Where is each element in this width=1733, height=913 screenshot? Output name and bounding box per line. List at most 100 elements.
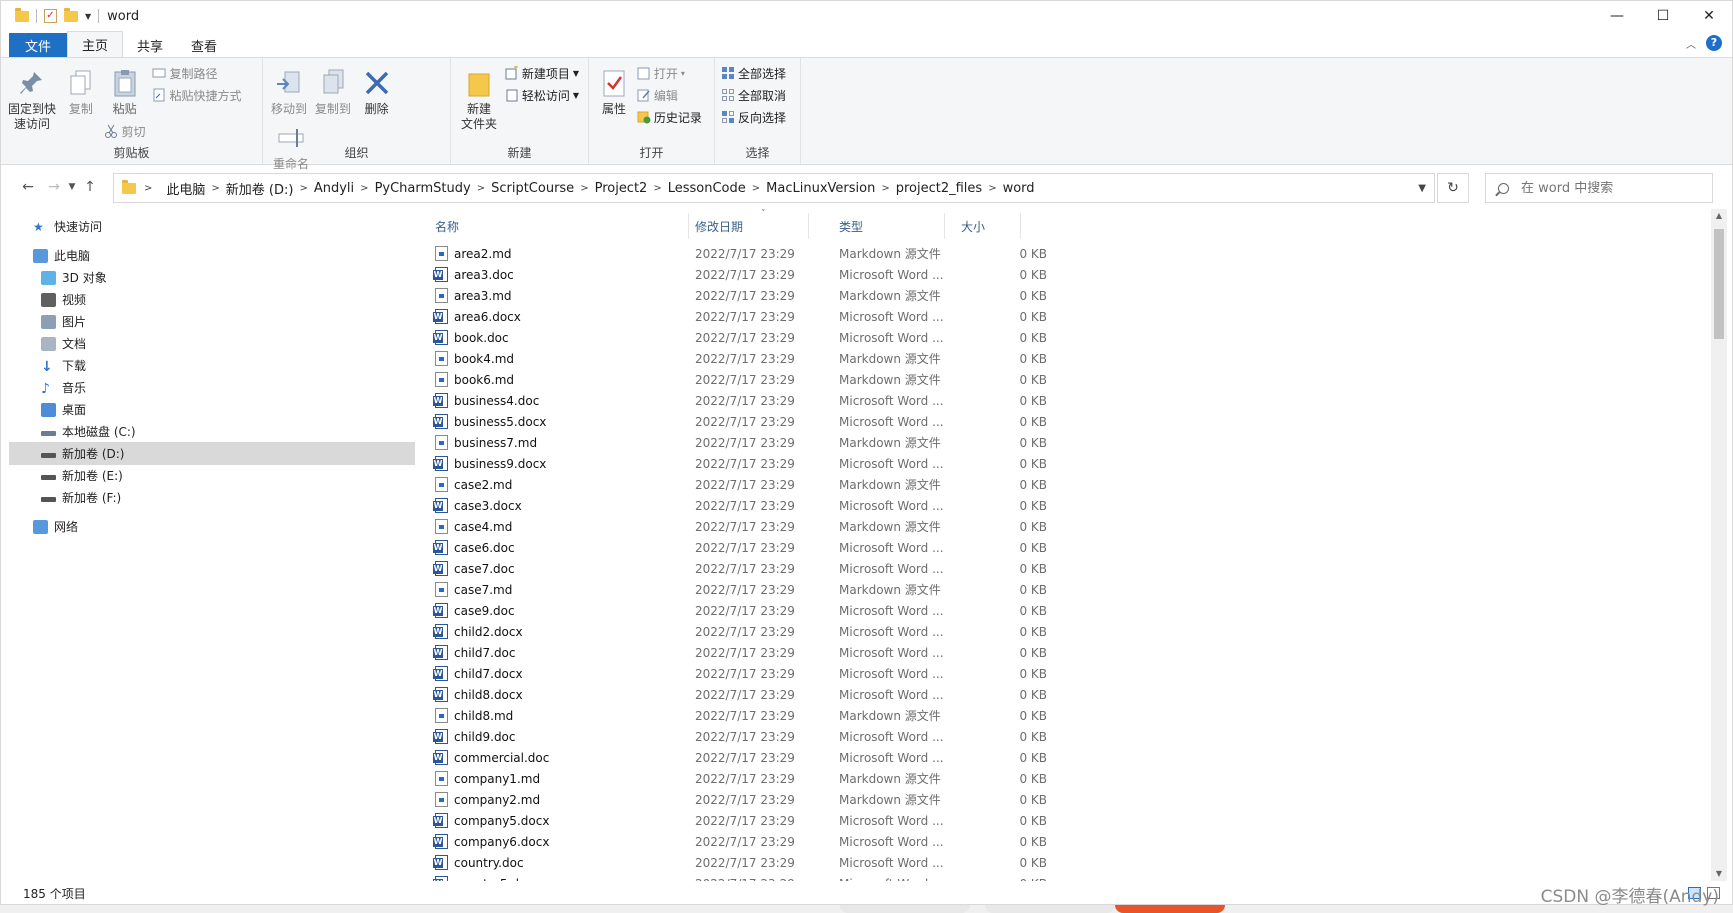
file-name-cell[interactable]: country.doc — [433, 855, 524, 870]
file-name-cell[interactable]: child8.docx — [433, 687, 523, 702]
file-row[interactable]: country5.doc2022/7/17 23:29Microsoft Wor… — [419, 873, 1047, 881]
nav-item[interactable]: 新加卷 (F:) — [1, 486, 415, 509]
nav-item[interactable]: ♪ 音乐 — [1, 376, 415, 399]
file-row[interactable]: business7.md 2022/7/17 23:29 Markdown 源文件 0… — [419, 432, 1047, 453]
chevron-right-icon[interactable]: > — [988, 183, 996, 194]
up-arrow-icon[interactable]: ↑ — [79, 179, 101, 195]
file-name-cell[interactable]: book4.md — [435, 351, 514, 366]
file-name-cell[interactable]: child8.md — [435, 708, 513, 723]
file-row[interactable]: case3.docx 2022/7/17 23:29 Microsoft Word … — [419, 495, 1047, 516]
close-button[interactable]: ✕ — [1686, 1, 1732, 31]
file-row[interactable]: area3.doc 2022/7/17 23:29 Microsoft Word .… — [419, 264, 1047, 285]
file-name-cell[interactable]: child9.doc — [433, 729, 516, 744]
chevron-right-icon[interactable]: > — [211, 183, 219, 194]
file-row[interactable]: case4.md 2022/7/17 23:29 Markdown 源文件 0 KB — [419, 516, 1047, 537]
qat-dropdown-icon[interactable]: ▼ — [85, 12, 91, 21]
file-row[interactable]: case6.doc 2022/7/17 23:29 Microsoft Word .… — [419, 537, 1047, 558]
chevron-right-icon[interactable]: > — [144, 183, 152, 194]
history-button[interactable]: 历史记录 — [637, 108, 702, 126]
file-name-cell[interactable]: company5.docx — [433, 813, 549, 828]
nav-item[interactable]: ★ 快速访问 — [1, 215, 415, 238]
address-bar[interactable]: > 此电脑 > 新加卷 (D:) > Andyli > PyCharmStudy > Scrip… — [113, 173, 1435, 203]
move-to-button[interactable]: 移动到 — [269, 68, 309, 117]
file-row[interactable]: child2.docx 2022/7/17 23:29 Microsoft Word… — [419, 621, 1047, 642]
column-header-date[interactable]: 修改日期 — [679, 213, 809, 239]
file-row[interactable]: child8.docx 2022/7/17 23:29 Microsoft Word… — [419, 684, 1047, 705]
refresh-button[interactable]: ↻ — [1437, 173, 1469, 203]
file-row[interactable]: business9.docx 2022/7/17 23:29 Microsoft W… — [419, 453, 1047, 474]
file-row[interactable]: case7.doc 2022/7/17 23:29 Microsoft Word .… — [419, 558, 1047, 579]
forward-arrow-icon[interactable]: → — [43, 179, 65, 195]
taskbar-item[interactable] — [1115, 905, 1225, 913]
file-row[interactable]: company5.docx 2022/7/17 23:29 Microsoft Wo… — [419, 810, 1047, 831]
properties-button[interactable]: 属性 — [595, 68, 633, 117]
breadcrumb-item[interactable]: ScriptCourse — [485, 181, 580, 196]
search-input[interactable] — [1521, 180, 1701, 196]
file-name-cell[interactable]: case3.docx — [433, 498, 522, 513]
file-name-cell[interactable]: child7.docx — [433, 666, 523, 681]
back-arrow-icon[interactable]: ← — [17, 179, 39, 195]
file-row[interactable]: case9.doc 2022/7/17 23:29 Microsoft Word .… — [419, 600, 1047, 621]
file-name-cell[interactable]: case2.md — [435, 477, 512, 492]
nav-item[interactable]: 3D 对象 — [1, 266, 415, 289]
tab-home[interactable]: 主页 — [67, 31, 124, 57]
chevron-right-icon[interactable]: > — [360, 183, 368, 194]
file-name-cell[interactable]: business4.doc — [433, 393, 539, 408]
scroll-up-icon[interactable]: ▲ — [1711, 209, 1727, 223]
scrollbar-thumb[interactable] — [1714, 229, 1724, 339]
breadcrumb-item[interactable]: word — [997, 181, 1041, 196]
search-box[interactable] — [1485, 173, 1713, 203]
nav-item[interactable]: 图片 — [1, 310, 415, 333]
tab-share[interactable]: 共享 — [123, 33, 177, 57]
nav-item[interactable]: 本地磁盘 (C:) — [1, 420, 415, 443]
collapse-ribbon-icon[interactable]: ︿ — [1686, 36, 1696, 51]
file-name-cell[interactable]: company1.md — [435, 771, 540, 786]
new-folder-button[interactable]: 新建 文件夹 — [457, 68, 501, 132]
file-name-cell[interactable]: area2.md — [435, 246, 512, 261]
file-name-cell[interactable]: area3.doc — [433, 267, 514, 282]
column-header-type[interactable]: 类型 — [823, 213, 945, 239]
breadcrumb-item[interactable]: Project2 — [589, 181, 654, 196]
chevron-right-icon[interactable]: > — [299, 183, 307, 194]
file-row[interactable]: child7.doc 2022/7/17 23:29 Microsoft Word … — [419, 642, 1047, 663]
file-row[interactable]: child7.docx 2022/7/17 23:29 Microsoft Word… — [419, 663, 1047, 684]
nav-item[interactable]: 视频 — [1, 288, 415, 311]
nav-item[interactable]: 新加卷 (D:) — [9, 442, 415, 465]
file-name-cell[interactable]: book.doc — [433, 330, 509, 345]
maximize-button[interactable]: ☐ — [1640, 1, 1686, 31]
cut-button[interactable]: 剪切 — [104, 122, 241, 140]
file-name-cell[interactable]: company6.docx — [433, 834, 549, 849]
file-name-cell[interactable]: case7.md — [435, 582, 512, 597]
select-all-button[interactable]: 全部选择 — [721, 64, 786, 82]
chevron-right-icon[interactable]: > — [752, 183, 760, 194]
file-name-cell[interactable]: child2.docx — [433, 624, 523, 639]
file-name-cell[interactable]: area3.md — [435, 288, 512, 303]
nav-item[interactable]: 文档 — [1, 332, 415, 355]
address-dropdown-icon[interactable]: ▼ — [1418, 183, 1426, 194]
chevron-right-icon[interactable]: > — [653, 183, 661, 194]
file-row[interactable]: company1.md 2022/7/17 23:29 Markdown 源文件 0 … — [419, 768, 1047, 789]
file-row[interactable]: company6.docx 2022/7/17 23:29 Microsoft Wo… — [419, 831, 1047, 852]
file-row[interactable]: book6.md 2022/7/17 23:29 Markdown 源文件 0 KB — [419, 369, 1047, 390]
nav-item[interactable]: 网络 — [1, 515, 415, 538]
nav-item[interactable]: ↓ 下载 — [1, 354, 415, 377]
file-name-cell[interactable]: case4.md — [435, 519, 512, 534]
file-name-cell[interactable]: case9.doc — [433, 603, 515, 618]
column-header-size[interactable]: 大小 — [945, 213, 1021, 239]
open-button[interactable]: 打开 ▾ — [637, 64, 702, 82]
file-name-cell[interactable]: commercial.doc — [433, 750, 549, 765]
file-row[interactable]: book.doc 2022/7/17 23:29 Microsoft Word ..… — [419, 327, 1047, 348]
file-row[interactable]: child8.md 2022/7/17 23:29 Markdown 源文件 0 KB — [419, 705, 1047, 726]
breadcrumb-item[interactable]: project2_files — [890, 181, 988, 196]
file-name-cell[interactable]: case7.doc — [433, 561, 515, 576]
file-row[interactable]: area3.md 2022/7/17 23:29 Markdown 源文件 0 KB — [419, 285, 1047, 306]
file-row[interactable]: company2.md 2022/7/17 23:29 Markdown 源文件 0 … — [419, 789, 1047, 810]
breadcrumb-item[interactable]: 此电脑 — [160, 179, 211, 198]
easy-access-button[interactable]: 轻松访问 ▼ — [505, 86, 579, 104]
copy-to-button[interactable]: 复制到 — [313, 68, 353, 117]
new-folder-qat-icon[interactable] — [64, 7, 78, 22]
file-name-cell[interactable]: business5.docx — [433, 414, 546, 429]
file-name-cell[interactable]: case6.doc — [433, 540, 515, 555]
minimize-button[interactable]: — — [1594, 1, 1640, 31]
delete-button[interactable]: 删除 — [357, 68, 397, 117]
